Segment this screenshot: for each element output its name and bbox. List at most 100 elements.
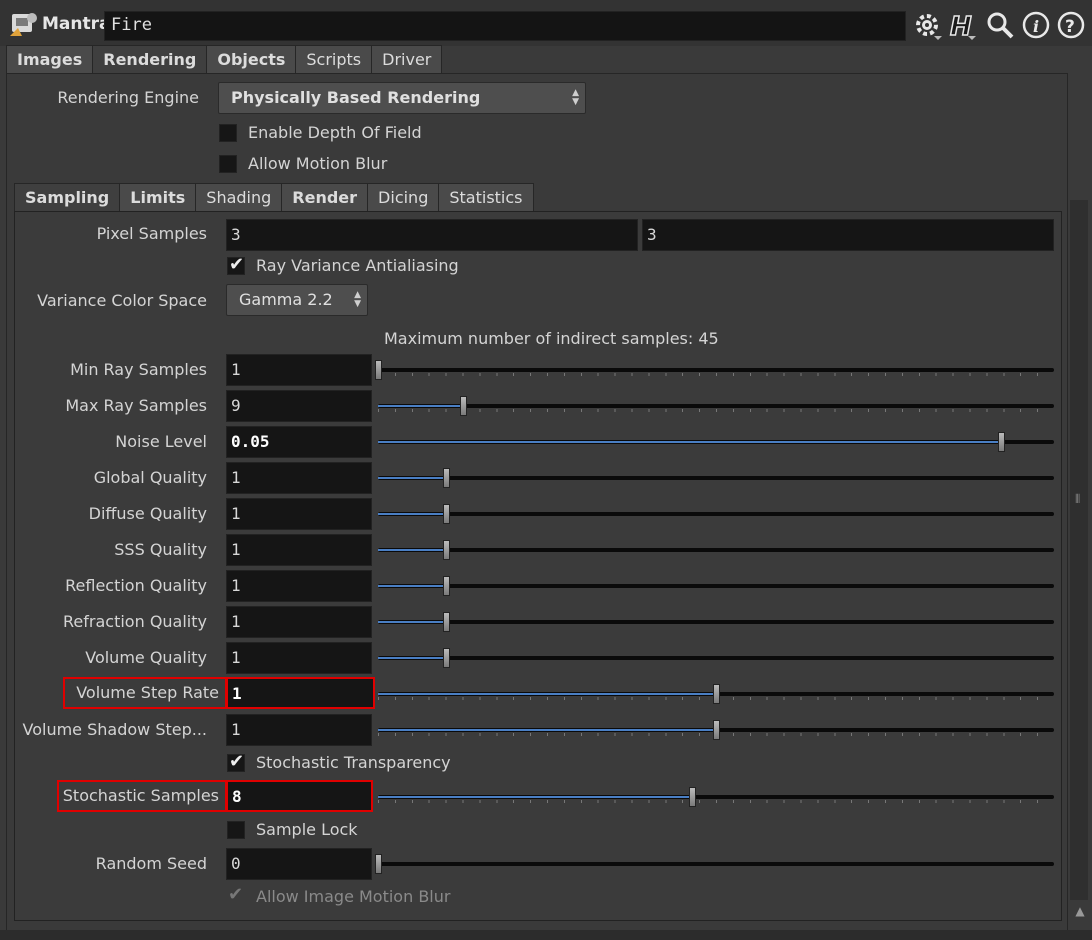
vertical-scrollbar[interactable] — [1070, 200, 1088, 900]
refraction-quality-slider[interactable] — [378, 612, 1054, 632]
volume-step-rate-input[interactable]: 1 — [226, 677, 375, 709]
node-name-input[interactable]: Fire — [104, 11, 906, 41]
noise-level-input[interactable]: 0.05 — [226, 426, 372, 458]
variance-color-space-label: Variance Color Space — [37, 291, 207, 310]
tab-statistics[interactable]: Statistics — [439, 183, 534, 212]
tab-objects[interactable]: Objects — [207, 45, 297, 74]
tab-dicing[interactable]: Dicing — [368, 183, 440, 212]
random-seed-slider[interactable] — [375, 854, 1054, 874]
tab-rendering[interactable]: Rendering — [93, 45, 208, 74]
gear-icon[interactable] — [912, 10, 942, 40]
volume-step-rate-label: Volume Step Rate — [63, 677, 227, 709]
info-icon[interactable]: i — [1021, 10, 1051, 40]
volume-quality-slider[interactable] — [378, 648, 1054, 668]
allow-image-motion-blur-checkbox[interactable]: ✔ — [227, 884, 245, 906]
diffuse-quality-label: Diffuse Quality — [88, 504, 207, 523]
houdini-help-icon[interactable]: H — [948, 10, 978, 40]
variance-color-space-dropdown[interactable]: Gamma 2.2 ▲ ▼ — [226, 284, 368, 316]
max-ray-samples-input[interactable]: 9 — [226, 390, 372, 422]
slider-handle[interactable] — [442, 648, 450, 668]
tab-scripts[interactable]: Scripts — [296, 45, 373, 74]
svg-text:i: i — [1033, 17, 1039, 36]
reflection-quality-label: Reflection Quality — [65, 576, 207, 595]
volume-shadow-step-input[interactable]: 1 — [226, 714, 372, 746]
dropdown-arrows-icon: ▲ ▼ — [354, 290, 361, 309]
sample-lock-checkbox[interactable] — [227, 821, 245, 839]
tab-driver[interactable]: Driver — [372, 45, 443, 74]
search-icon[interactable] — [985, 10, 1015, 40]
sss-quality-label: SSS Quality — [114, 540, 207, 559]
indirect-samples-info: Maximum number of indirect samples: 45 — [384, 329, 719, 348]
ray-variance-label: Ray Variance Antialiasing — [256, 256, 459, 275]
sss-quality-slider[interactable] — [378, 540, 1054, 560]
allow-image-motion-blur-label: Allow Image Motion Blur — [256, 887, 451, 906]
scroll-up-icon[interactable]: ▲ — [1072, 904, 1088, 924]
tab-limits[interactable]: Limits — [120, 183, 197, 212]
diffuse-quality-slider[interactable] — [378, 504, 1054, 524]
max-ray-samples-label: Max Ray Samples — [65, 396, 207, 415]
global-quality-input[interactable]: 1 — [226, 462, 372, 494]
rendering-engine-label: Rendering Engine — [57, 88, 199, 107]
tab-images[interactable]: Images — [6, 45, 94, 74]
sub-tab-bar: Sampling Limits Shading Render Dicing St… — [14, 183, 534, 212]
slider-handle[interactable] — [442, 576, 450, 596]
pixel-samples-y-input[interactable]: 3 — [642, 219, 1054, 251]
global-quality-slider[interactable] — [378, 468, 1054, 488]
volume-shadow-step-label: Volume Shadow Step... — [22, 720, 208, 739]
variance-color-space-value: Gamma 2.2 — [239, 290, 333, 309]
min-ray-samples-slider[interactable] — [375, 360, 1054, 380]
random-seed-input[interactable]: 0 — [226, 848, 372, 880]
slider-handle[interactable] — [713, 684, 720, 704]
min-ray-samples-input[interactable]: 1 — [226, 354, 372, 386]
dropdown-arrows-icon: ▲ ▼ — [572, 88, 579, 107]
refraction-quality-input[interactable]: 1 — [226, 606, 372, 638]
slider-handle[interactable] — [442, 468, 450, 488]
slider-handle[interactable] — [375, 854, 382, 874]
volume-step-rate-slider[interactable] — [378, 684, 1054, 704]
checkmark-icon: ✔ — [228, 884, 244, 905]
tab-render[interactable]: Render — [282, 183, 369, 212]
stochastic-transparency-label: Stochastic Transparency — [256, 753, 451, 772]
tab-shading[interactable]: Shading — [196, 183, 283, 212]
enable-depth-of-field-checkbox[interactable] — [219, 124, 237, 142]
mantra-node-icon — [10, 13, 37, 36]
stochastic-transparency-checkbox[interactable]: ✔ — [227, 751, 245, 772]
sampling-panel — [14, 211, 1062, 921]
slider-handle[interactable] — [713, 720, 720, 740]
svg-text:?: ? — [1065, 17, 1075, 37]
enable-depth-of-field-label: Enable Depth Of Field — [248, 123, 422, 142]
slider-handle[interactable] — [442, 504, 450, 524]
reflection-quality-input[interactable]: 1 — [226, 570, 372, 602]
sss-quality-input[interactable]: 1 — [226, 534, 372, 566]
bottom-bar — [0, 930, 1092, 940]
node-type-label: Mantra — [42, 14, 111, 34]
rendering-engine-dropdown[interactable]: Physically Based Rendering ▲ ▼ — [218, 82, 586, 114]
scroll-grip-icon[interactable]: ⦀ — [1075, 492, 1080, 507]
question-icon[interactable]: ? — [1056, 10, 1086, 40]
slider-handle[interactable] — [442, 540, 450, 560]
allow-motion-blur-checkbox[interactable] — [219, 155, 237, 173]
slider-handle[interactable] — [442, 612, 450, 632]
diffuse-quality-input[interactable]: 1 — [226, 498, 372, 530]
volume-quality-label: Volume Quality — [85, 648, 207, 667]
min-ray-samples-label: Min Ray Samples — [70, 360, 207, 379]
allow-motion-blur-label: Allow Motion Blur — [248, 154, 388, 173]
max-ray-samples-slider[interactable] — [378, 396, 1054, 416]
stochastic-samples-slider[interactable] — [378, 787, 1054, 807]
noise-level-slider[interactable] — [378, 432, 1054, 452]
random-seed-label: Random Seed — [95, 854, 207, 873]
slider-handle[interactable] — [689, 787, 697, 807]
tab-sampling[interactable]: Sampling — [14, 183, 121, 212]
slider-handle[interactable] — [460, 396, 468, 416]
slider-handle[interactable] — [375, 360, 382, 380]
slider-handle[interactable] — [998, 432, 1006, 452]
noise-level-label: Noise Level — [115, 432, 207, 451]
stochastic-samples-label: Stochastic Samples — [57, 780, 227, 812]
ray-variance-checkbox[interactable]: ✔ — [227, 254, 245, 275]
volume-quality-input[interactable]: 1 — [226, 642, 372, 674]
stochastic-samples-input[interactable]: 8 — [226, 780, 373, 812]
reflection-quality-slider[interactable] — [378, 576, 1054, 596]
volume-shadow-step-slider[interactable] — [378, 720, 1054, 740]
pixel-samples-x-input[interactable]: 3 — [226, 219, 638, 251]
checkmark-icon: ✔ — [229, 751, 245, 772]
